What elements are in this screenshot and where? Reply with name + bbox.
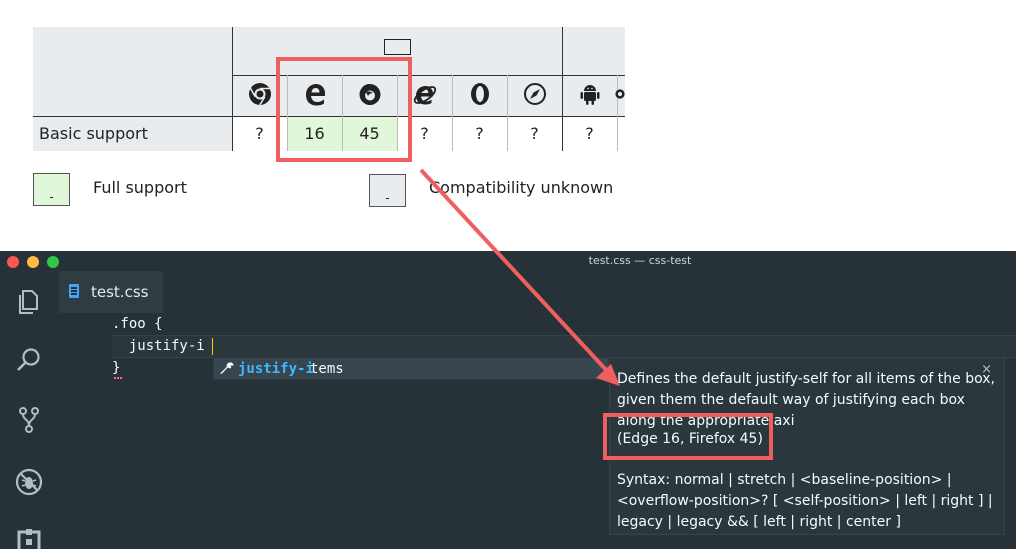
details-description: Defines the default justify-self for all…: [617, 371, 995, 429]
annotation-box-compat-cells: [276, 57, 412, 162]
code-editor-window: test.css — css-test test.css .foo {just…: [0, 251, 1016, 549]
extensions-icon[interactable]: [14, 525, 44, 549]
suggestion-item-justify-items[interactable]: justify-i tems: [213, 357, 609, 380]
suggestion-rest-text: tems: [310, 361, 344, 377]
safari-icon: [522, 81, 548, 107]
tab-label: test.css: [91, 283, 149, 301]
opera-icon: [467, 81, 493, 107]
annotation-box-compat-text: [603, 413, 773, 460]
tab-test-css[interactable]: test.css: [59, 271, 163, 313]
cell-opera: ?: [475, 124, 484, 143]
code-line-2[interactable]: justify-i: [112, 338, 205, 354]
row-label-basic-support: Basic support: [39, 124, 148, 143]
details-syntax: Syntax: normal | stretch | <baseline-pos…: [617, 472, 993, 530]
cell-safari: ?: [530, 124, 539, 143]
source-control-icon[interactable]: [14, 405, 44, 435]
suggestion-match-text: justify-i: [238, 361, 314, 377]
screenshot-root: Basic support ? 16 45 ? ? ? ? - Full sup…: [0, 0, 1016, 549]
desktop-icon: [384, 39, 411, 59]
android-icon: [577, 81, 603, 107]
error-squiggle: [114, 376, 122, 379]
title-bar: test.css — css-test: [0, 251, 1016, 271]
css-file-icon: [69, 284, 79, 298]
ie-icon: [412, 81, 438, 107]
text-cursor: [212, 338, 213, 355]
legend-unknown-label: Compatibility unknown: [429, 178, 614, 197]
legend-unknown-swatch: -: [369, 174, 406, 207]
window-title: test.css — css-test: [588, 254, 692, 267]
wrench-icon: [219, 361, 235, 377]
current-line-highlight: [112, 335, 1016, 358]
files-icon[interactable]: [14, 287, 44, 317]
debug-icon[interactable]: [14, 467, 44, 497]
legend-full-support-swatch: -: [33, 173, 70, 206]
legend-full-support-label: Full support: [93, 178, 187, 197]
code-line-1[interactable]: .foo {: [112, 316, 163, 332]
search-icon[interactable]: [14, 345, 44, 375]
chrome-android-icon: [615, 81, 625, 107]
chrome-icon: [247, 81, 273, 107]
cell-android: ?: [585, 124, 594, 143]
activity-bar: [0, 271, 58, 549]
code-line-3[interactable]: }: [112, 360, 120, 376]
